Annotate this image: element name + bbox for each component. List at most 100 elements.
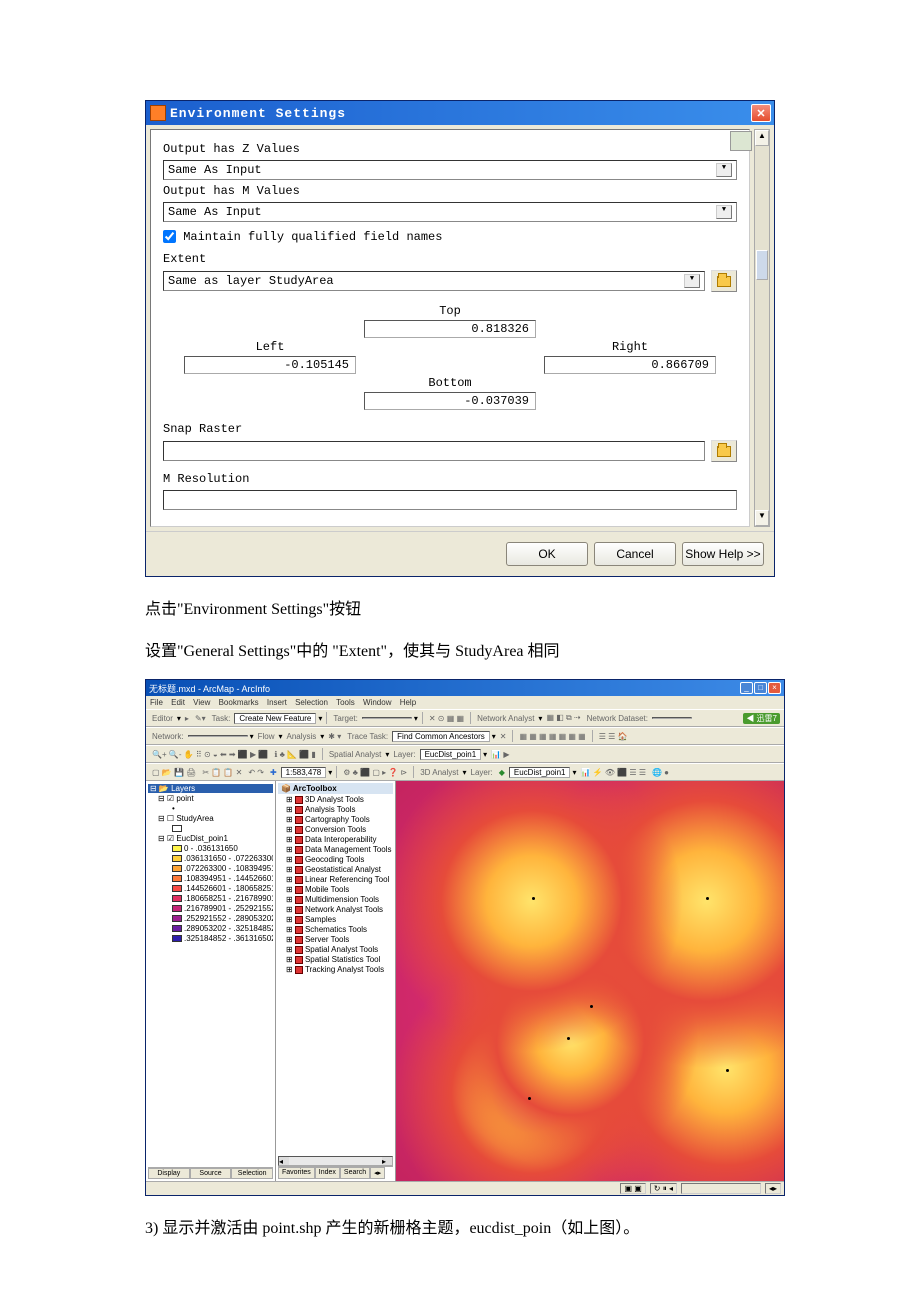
menu-item[interactable]: View	[193, 698, 210, 707]
scroll-thumb[interactable]	[756, 250, 768, 280]
toolbox-item[interactable]: ⊞ Geostatistical Analyst	[278, 865, 393, 874]
m-resolution-input[interactable]	[163, 490, 737, 510]
cancel-button[interactable]: Cancel	[594, 542, 676, 566]
toc-class-item[interactable]: .072263300 - .108394951	[148, 864, 273, 873]
menu-item[interactable]: Insert	[267, 698, 287, 707]
chevron-down-icon[interactable]: ▼	[716, 205, 732, 219]
toc-layer[interactable]: point	[176, 794, 193, 803]
menu-item[interactable]: File	[150, 698, 163, 707]
toolbox-item[interactable]: ⊞ Geocoding Tools	[278, 855, 393, 864]
toolbox-tab-more[interactable]: ◂▸	[370, 1167, 385, 1179]
arctoolbox-panel[interactable]: 📦 ArcToolbox ⊞ 3D Analyst Tools⊞ Analysi…	[276, 781, 396, 1181]
toolbox-item[interactable]: ⊞ Tracking Analyst Tools	[278, 965, 393, 974]
menu-item[interactable]: Help	[400, 698, 416, 707]
toolbox-tab[interactable]: Search	[340, 1167, 370, 1179]
maintain-names-checkbox[interactable]	[163, 230, 176, 243]
chevron-down-icon[interactable]: ▼	[684, 274, 700, 288]
toolbox-item[interactable]: ⊞ 3D Analyst Tools	[278, 795, 393, 804]
layer-select[interactable]: EucDist_poin1	[420, 749, 482, 760]
flow-label[interactable]: Flow	[256, 732, 277, 741]
menu-item[interactable]: Bookmarks	[219, 698, 259, 707]
toolbox-tab[interactable]: Favorites	[278, 1167, 315, 1179]
menu-item[interactable]: Tools	[336, 698, 355, 707]
scale-input[interactable]: 1:583,478	[281, 767, 327, 778]
target-select[interactable]	[362, 717, 412, 719]
toc-tab[interactable]: Selection	[231, 1168, 273, 1179]
xunlei-badge[interactable]: ◀ 迅雷7	[743, 713, 780, 724]
toolbox-tab[interactable]: Index	[315, 1167, 340, 1179]
extent-left-value[interactable]: -0.105145	[184, 356, 356, 374]
toc-class-item[interactable]: .144526601 - .180658251	[148, 884, 273, 893]
toolbox-item[interactable]: ⊞ Schematics Tools	[278, 925, 393, 934]
layer-select-3d[interactable]: EucDist_poin1	[509, 767, 571, 778]
menu-item[interactable]: Selection	[295, 698, 328, 707]
toolbox-item[interactable]: ⊞ Server Tools	[278, 935, 393, 944]
toc-class-item[interactable]: .036131650 - .072263300	[148, 854, 273, 863]
spatial-analyst-label[interactable]: Spatial Analyst	[327, 750, 383, 759]
toolbox-item[interactable]: ⊞ Network Analyst Tools	[278, 905, 393, 914]
toolbox-item[interactable]: ⊞ Cartography Tools	[278, 815, 393, 824]
close-button[interactable]: ×	[768, 682, 781, 694]
toc-root[interactable]: Layers	[171, 784, 195, 793]
info-icon[interactable]	[730, 131, 750, 151]
vertical-scrollbar[interactable]: ▲ ▼	[754, 129, 770, 527]
refresh-icon[interactable]: ↻ ⏸ ◂	[650, 1183, 677, 1194]
extent-bottom-value[interactable]: -0.037039	[364, 392, 536, 410]
toc-class-item[interactable]: .108394951 - .144526601	[148, 874, 273, 883]
z-values-select[interactable]: Same As Input ▼	[163, 160, 737, 180]
trace-task-select[interactable]: Find Common Ancestors	[392, 731, 490, 742]
toc-class-item[interactable]: .180658251 - .216789901	[148, 894, 273, 903]
toc-layer[interactable]: EucDist_poin1	[176, 834, 228, 843]
extent-browse-button[interactable]	[711, 270, 737, 292]
titlebar[interactable]: Environment Settings ✕	[146, 101, 774, 125]
standard-toolbar[interactable]: ▢ 📂 💾 🖨 ✂ 📋 📋 ✕ ↶ ↷ ✚ 1:583,478▾ ⚙ ♣ ⬛ ▢…	[146, 763, 784, 781]
toolbox-tabs[interactable]: Favorites Index Search ◂▸	[278, 1166, 393, 1179]
toolbox-item[interactable]: ⊞ Analysis Tools	[278, 805, 393, 814]
toc-tab[interactable]: Display	[148, 1168, 190, 1179]
toolbox-item[interactable]: ⊞ Mobile Tools	[278, 885, 393, 894]
editor-toolbar[interactable]: Editor▾ ▸ ✎▾ Task: Create New Feature▾ T…	[146, 709, 784, 727]
minimize-button[interactable]: _	[740, 682, 753, 694]
menu-item[interactable]: Window	[363, 698, 391, 707]
view-data-icon[interactable]: ▣ ▣	[620, 1183, 645, 1194]
snap-raster-browse-button[interactable]	[711, 440, 737, 462]
toolbox-item[interactable]: ⊞ Conversion Tools	[278, 825, 393, 834]
close-button[interactable]: ✕	[751, 104, 771, 122]
network-analyst-label[interactable]: Network Analyst	[475, 714, 536, 723]
toc-panel[interactable]: ⊟ 📂 Layers ⊟ ☑ point • ⊟ ☐ StudyArea ⊟ ☑…	[146, 781, 276, 1181]
toolbox-item[interactable]: ⊞ Samples	[278, 915, 393, 924]
3d-analyst-label[interactable]: 3D Analyst	[418, 768, 460, 777]
toc-class-item[interactable]: .252921552 - .289053202	[148, 914, 273, 923]
network-dataset-select[interactable]	[652, 717, 692, 719]
arcmap-titlebar[interactable]: 无标题.mxd - ArcMap - ArcInfo _ □ ×	[146, 680, 784, 696]
extent-right-value[interactable]: 0.866709	[544, 356, 716, 374]
toolbox-item[interactable]: ⊞ Linear Referencing Tool	[278, 875, 393, 884]
toc-class-item[interactable]: 0 - .036131650	[148, 844, 273, 853]
editor-label[interactable]: Editor	[150, 714, 175, 723]
toolbox-item[interactable]: ⊞ Data Management Tools	[278, 845, 393, 854]
analysis-label[interactable]: Analysis	[284, 732, 318, 741]
scroll-down-icon[interactable]: ▼	[755, 510, 769, 526]
toc-layer[interactable]: StudyArea	[176, 814, 213, 823]
toolbox-item[interactable]: ⊞ Spatial Analyst Tools	[278, 945, 393, 954]
toc-tabs[interactable]: Display Source Selection	[148, 1167, 273, 1179]
network-toolbar[interactable]: Network: ▾ Flow▾ Analysis▾ ✱ ▾ Trace Tas…	[146, 727, 784, 745]
map-canvas[interactable]	[396, 781, 784, 1181]
scroll-up-icon[interactable]: ▲	[755, 130, 769, 146]
network-select[interactable]	[188, 735, 248, 737]
maximize-button[interactable]: □	[754, 682, 767, 694]
snap-raster-input[interactable]	[163, 441, 705, 461]
toc-class-item[interactable]: .289053202 - .325184852	[148, 924, 273, 933]
menu-item[interactable]: Edit	[171, 698, 185, 707]
task-select[interactable]: Create New Feature	[234, 713, 316, 724]
toc-class-item[interactable]: .216789901 - .252921552	[148, 904, 273, 913]
toc-class-item[interactable]: .325184852 - .361316502	[148, 934, 273, 943]
toolbox-item[interactable]: ⊞ Data Interoperability	[278, 835, 393, 844]
m-values-select[interactable]: Same As Input ▼	[163, 202, 737, 222]
toolbox-item[interactable]: ⊞ Spatial Statistics Tool	[278, 955, 393, 964]
chevron-down-icon[interactable]: ▼	[716, 163, 732, 177]
toolbox-item[interactable]: ⊞ Multidimension Tools	[278, 895, 393, 904]
toc-tab[interactable]: Source	[190, 1168, 232, 1179]
ok-button[interactable]: OK	[506, 542, 588, 566]
extent-top-value[interactable]: 0.818326	[364, 320, 536, 338]
